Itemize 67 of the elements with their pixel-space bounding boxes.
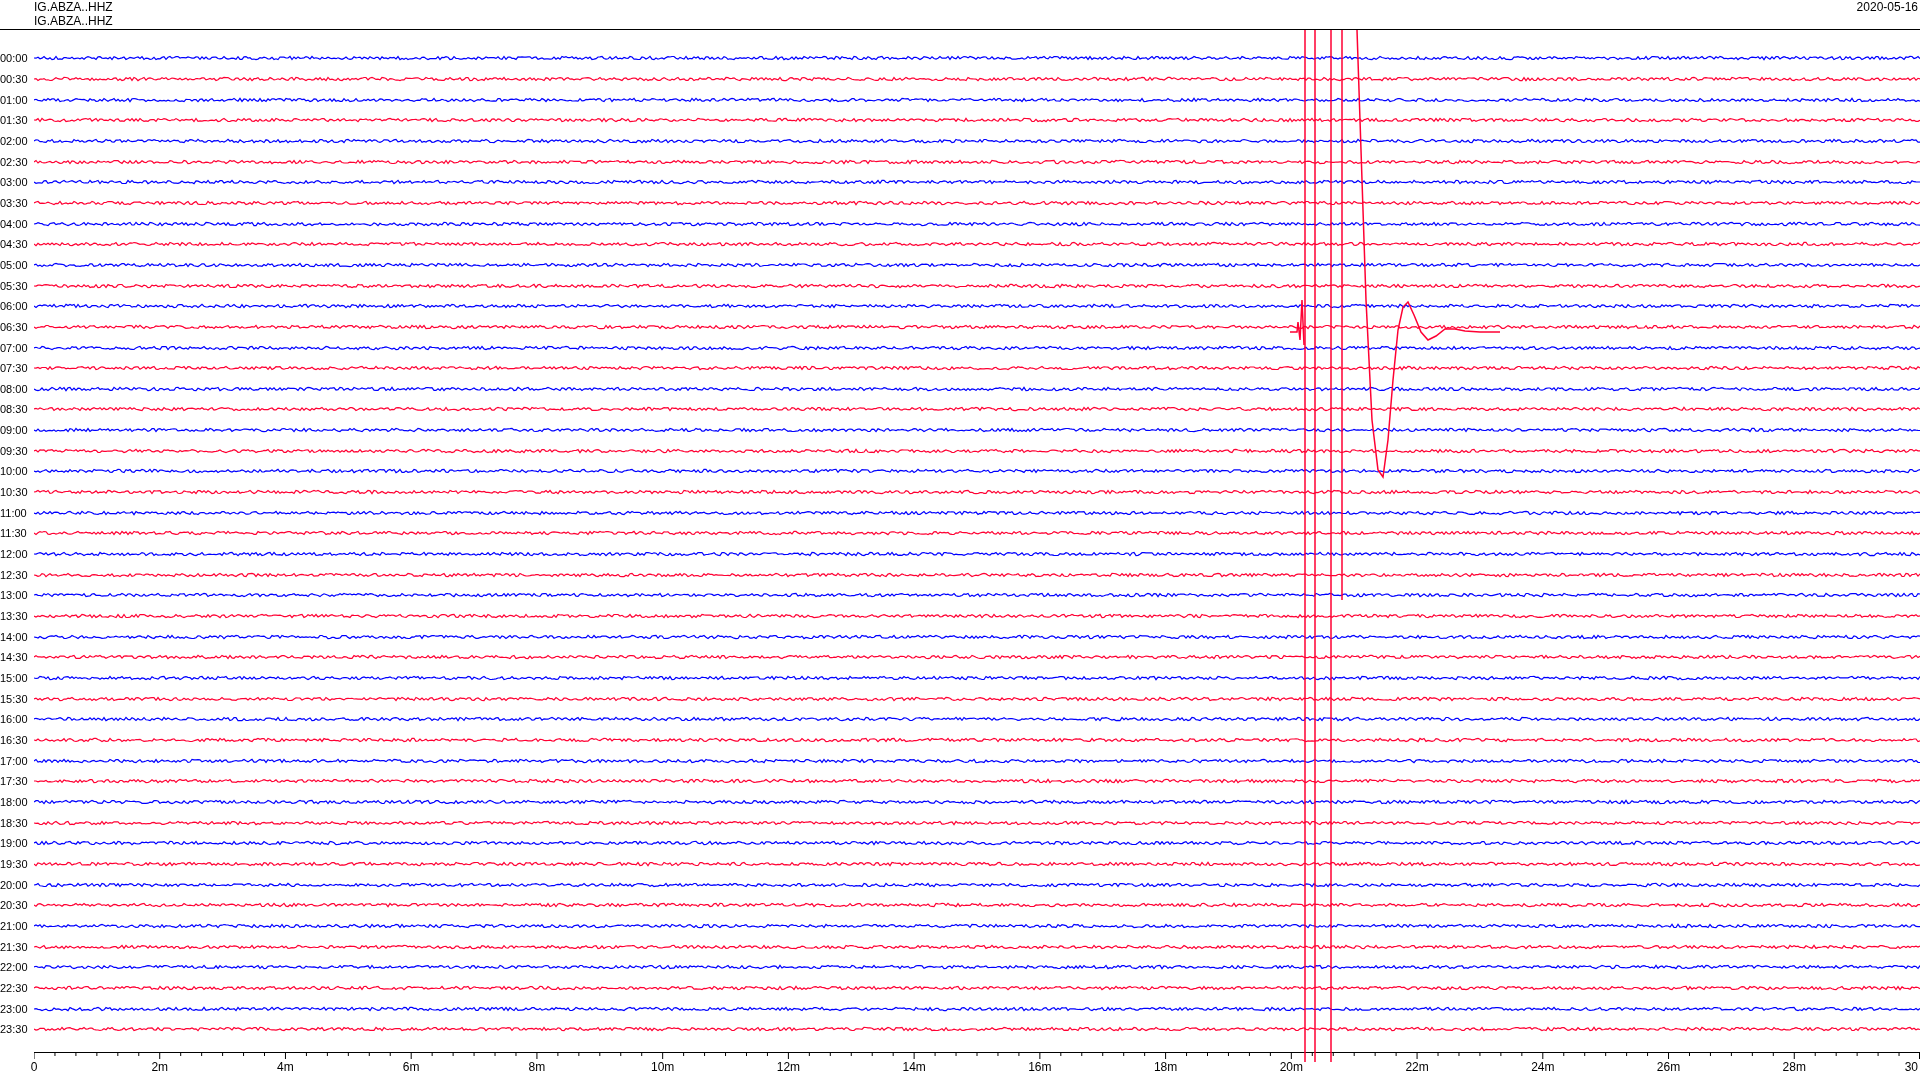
time-label: 23:00: [0, 1002, 29, 1015]
time-label: 13:00: [0, 589, 29, 602]
time-label: 09:30: [0, 444, 29, 457]
time-label: 18:00: [0, 795, 29, 808]
time-label: 17:00: [0, 754, 29, 767]
time-label: 17:30: [0, 775, 29, 788]
time-label: 14:00: [0, 630, 29, 643]
time-label: 12:00: [0, 548, 29, 561]
time-label: 06:00: [0, 300, 29, 313]
date-label: 2020-05-16: [1856, 0, 1918, 16]
time-label: 05:30: [0, 279, 29, 292]
axis-tick-label: 4m: [277, 1059, 294, 1074]
axis-tick-label: 2m: [151, 1059, 169, 1074]
time-label: 11:30: [0, 527, 28, 540]
time-label: 07:30: [0, 362, 29, 375]
time-label: 10:30: [0, 486, 29, 499]
axis-tick-label: 12m: [776, 1059, 801, 1074]
axis-tick-label: 10m: [651, 1059, 675, 1074]
axis-tick-label: 28m: [1782, 1059, 1806, 1074]
axis-tick-label: 26m: [1656, 1059, 1681, 1074]
axis-tick-label: 30: [1904, 1059, 1918, 1074]
time-label: 06:30: [0, 320, 29, 333]
time-label: 05:00: [0, 258, 29, 271]
time-label: 02:30: [0, 155, 29, 168]
time-label: 22:00: [0, 961, 29, 974]
axis-tick-label: 22m: [1405, 1059, 1429, 1074]
channel-label: IG.ABZA..HHZ: [34, 0, 113, 14]
time-label: 16:30: [0, 734, 29, 746]
time-label: 11:00: [0, 506, 28, 519]
time-label: 00:00: [0, 52, 29, 65]
axis-tick-label: 6m: [402, 1059, 420, 1074]
axis-tick-label: 18m: [1153, 1059, 1178, 1074]
time-label: 15:30: [0, 692, 29, 705]
axis-tick-label: 24m: [1531, 1059, 1555, 1074]
time-label: 04:00: [0, 217, 29, 230]
time-label: 22:30: [0, 981, 29, 994]
time-label: 01:00: [0, 93, 29, 106]
channel-label: IG.ABZA..HHZ: [34, 14, 113, 28]
time-label: 08:30: [0, 403, 29, 416]
time-label: 07:00: [0, 341, 29, 354]
time-label: 20:30: [0, 899, 29, 912]
time-label: 08:00: [0, 382, 29, 395]
axis-tick-label: 8m: [528, 1059, 546, 1074]
time-label: 09:00: [0, 424, 29, 437]
time-label: 19:00: [0, 837, 29, 850]
time-label: 03:30: [0, 196, 29, 209]
axis-tick-label: 16m: [1028, 1059, 1052, 1074]
time-label: 21:00: [0, 919, 29, 932]
axis-tick-label: 0: [30, 1059, 38, 1074]
time-label: 10:00: [0, 465, 29, 478]
time-label: 12:30: [0, 568, 29, 581]
axis-tick-label: 20m: [1279, 1059, 1303, 1074]
time-label: 01:30: [0, 114, 29, 127]
time-label: 14:30: [0, 651, 29, 664]
time-label: 13:30: [0, 610, 29, 623]
time-label: 16:00: [0, 713, 29, 726]
time-label: 02:00: [0, 134, 29, 147]
time-label: 04:30: [0, 238, 29, 251]
time-label: 23:30: [0, 1023, 29, 1036]
axis-tick-label: 14m: [902, 1059, 926, 1074]
time-label: 15:00: [0, 672, 29, 684]
time-label: 18:30: [0, 816, 29, 829]
time-label: 21:30: [0, 940, 29, 953]
time-label: 00:30: [0, 73, 29, 85]
time-label: 03:00: [0, 176, 29, 189]
time-label: 20:00: [0, 878, 29, 891]
time-label: 19:30: [0, 857, 29, 870]
